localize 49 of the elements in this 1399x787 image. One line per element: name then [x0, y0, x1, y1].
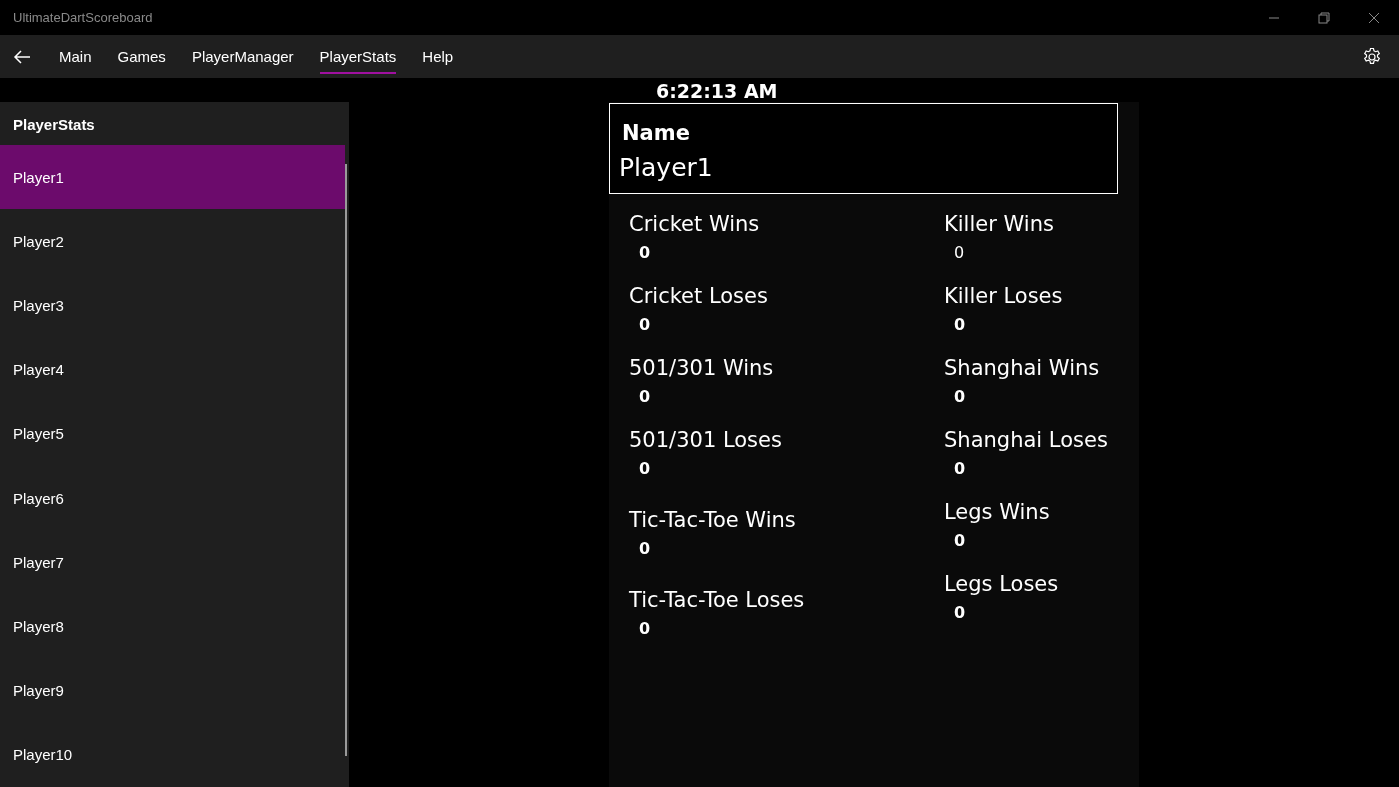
player-item[interactable]: Player7	[0, 530, 345, 595]
stat-value: 0	[639, 315, 651, 334]
stat-label: 501/301 Loses	[629, 428, 782, 452]
nav-tab[interactable]: PlayerManager	[178, 35, 307, 78]
settings-icon	[1362, 46, 1382, 67]
player-item[interactable]: Player1	[0, 145, 345, 210]
stat-label: 501/301 Wins	[629, 356, 774, 380]
window-title: UltimateDartScoreboard	[13, 10, 154, 25]
stat-label: Shanghai Loses	[944, 428, 1108, 452]
scrollbar[interactable]	[345, 164, 347, 756]
player-item[interactable]: Player9	[0, 658, 345, 723]
restore-icon	[1318, 11, 1330, 24]
stat-value: 0	[954, 603, 966, 622]
stat-label: Shanghai Wins	[944, 356, 1100, 380]
stat-label: Tic-Tac-Toe Loses	[629, 588, 805, 612]
player-item[interactable]: Player6	[0, 466, 345, 531]
player-item[interactable]: Player8	[0, 594, 345, 659]
stat-value: 0	[954, 459, 966, 478]
player-item[interactable]: Player5	[0, 401, 345, 466]
name-label: Name	[621, 121, 690, 145]
stat-label: Tic-Tac-Toe Wins	[629, 508, 796, 532]
stat-value: 0	[954, 315, 966, 334]
stat-value: 0	[639, 619, 651, 638]
stat-label: Cricket Loses	[629, 284, 768, 308]
stat-label: Legs Loses	[944, 572, 1059, 596]
stat-label: Killer Wins	[944, 212, 1054, 236]
nav-tab[interactable]: Help	[409, 35, 467, 78]
player-item[interactable]: Player4	[0, 337, 345, 402]
close-icon	[1368, 11, 1380, 24]
stat-value: 0	[639, 387, 651, 406]
stat-value: 0	[954, 387, 966, 406]
player-item[interactable]: Player3	[0, 273, 345, 338]
stat-label: Cricket Wins	[629, 212, 760, 236]
stat-label: Legs Wins	[944, 500, 1050, 524]
stat-value: 0	[639, 459, 651, 478]
stat-value: 0	[639, 243, 651, 262]
nav-tab[interactable]: PlayerStats	[306, 35, 410, 78]
stat-value: 0	[954, 243, 965, 262]
player-item[interactable]: Player10	[0, 722, 345, 787]
clock-text: 6:22:13 AM	[655, 79, 779, 102]
stat-value: 0	[954, 531, 966, 550]
nav-tab[interactable]: Games	[104, 35, 179, 78]
back-arrow-icon	[13, 49, 31, 64]
stat-value: 0	[639, 539, 651, 558]
player-item[interactable]: Player2	[0, 209, 345, 274]
nav-tab[interactable]: Main	[46, 35, 105, 78]
name-value: Player1	[619, 153, 713, 182]
stat-label: Killer Loses	[944, 284, 1063, 308]
sidebar-title: PlayerStats	[12, 115, 96, 135]
